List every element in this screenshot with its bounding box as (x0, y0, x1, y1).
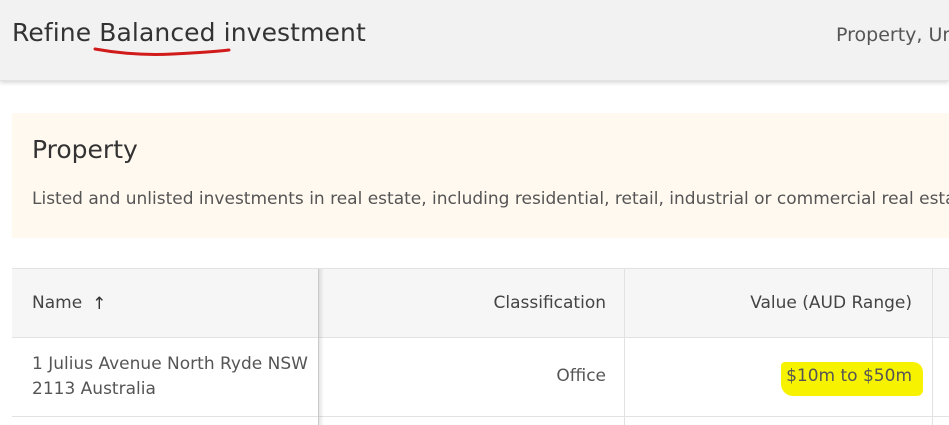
arrow-up-icon[interactable]: ↑ (92, 294, 106, 314)
title-suffix: investment (215, 18, 366, 47)
column-header-name[interactable]: Name ↑ (32, 293, 106, 314)
title-highlight-text: Balanced (99, 18, 216, 47)
category-info-panel: Property Listed and unlisted investments… (12, 113, 949, 238)
column-header-name-label: Name (32, 293, 83, 313)
column-header-classification[interactable]: Classification (494, 293, 606, 313)
red-underline-annotation (93, 47, 231, 56)
title-prefix: Refine (12, 18, 100, 47)
header-category-text: Property, Ur (836, 24, 949, 46)
page-title: Refine Balanced investment (12, 18, 366, 56)
cell-value-range: $10m to $50m (786, 366, 912, 386)
column-header-value[interactable]: Value (AUD Range) (750, 293, 912, 313)
title-highlight: Balanced (93, 18, 231, 56)
page-header: Refine Balanced investment Property, Ur (0, 0, 949, 81)
table-header-row: Name ↑ Classification Value (AUD Range) (12, 269, 949, 338)
cell-classification: Office (556, 366, 606, 386)
category-description: Listed and unlisted investments in real … (32, 189, 949, 209)
frozen-column-shadow (318, 269, 324, 425)
holdings-table: Name ↑ Classification Value (AUD Range) 1… (12, 268, 949, 425)
column-divider (932, 269, 933, 425)
category-title: Property (32, 135, 138, 164)
cell-property-name: 1 Julius Avenue North Ryde NSW 2113 Aust… (32, 354, 308, 399)
table-row: 1 Julius Avenue North Ryde NSW 2113 Aust… (12, 338, 949, 417)
column-divider (624, 269, 625, 425)
